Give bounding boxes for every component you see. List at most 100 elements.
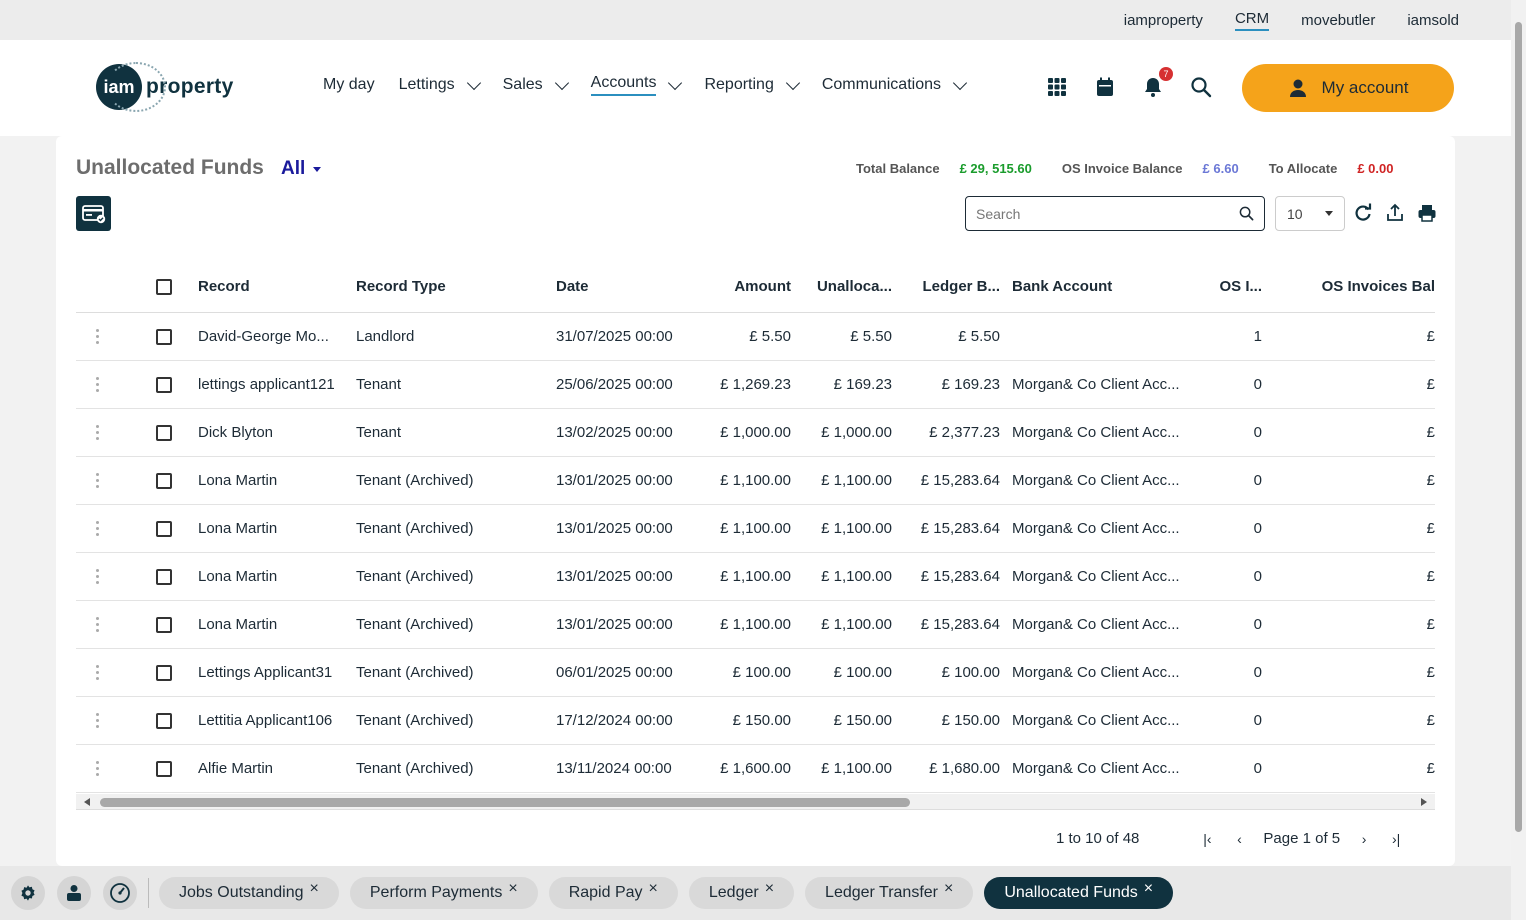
print-icon[interactable] (1417, 203, 1437, 223)
search-icon[interactable] (1190, 76, 1212, 98)
nav-lettings[interactable]: Lettings (399, 74, 481, 96)
table-row[interactable]: Alfie Martin Tenant (Archived) 13/11/202… (76, 745, 1435, 793)
drag-handle[interactable] (76, 425, 156, 440)
close-icon[interactable]: × (508, 880, 517, 898)
col-header-amount[interactable]: Amount (696, 278, 791, 295)
top-link-movebutler[interactable]: movebutler (1301, 12, 1375, 29)
row-checkbox[interactable] (156, 328, 172, 345)
bottom-tab[interactable]: Ledger Transfer × (805, 877, 974, 909)
col-header-record[interactable]: Record (198, 278, 356, 295)
nav-reporting[interactable]: Reporting (704, 74, 800, 96)
col-header-os-invoices[interactable]: OS I... (1190, 278, 1262, 295)
col-header-ledger-balance[interactable]: Ledger B... (892, 278, 1000, 295)
table-row[interactable]: David-George Mo... Landlord 31/07/2025 0… (76, 313, 1435, 361)
close-icon[interactable]: × (944, 880, 953, 898)
cell-record[interactable]: Lettitia Applicant106 (198, 712, 356, 729)
prev-page-icon[interactable]: ‹ (1229, 831, 1249, 847)
apps-grid-icon[interactable] (1046, 76, 1068, 98)
table-row[interactable]: Lona Martin Tenant (Archived) 13/01/2025… (76, 601, 1435, 649)
drag-handle[interactable] (76, 617, 156, 632)
table-row[interactable]: Lona Martin Tenant (Archived) 13/01/2025… (76, 505, 1435, 553)
col-header-date[interactable]: Date (556, 278, 696, 295)
gear-icon[interactable] (11, 876, 45, 910)
drag-handle[interactable] (76, 569, 156, 584)
col-header-os-invoices-balance[interactable]: OS Invoices Bal (1262, 278, 1435, 295)
cell-record[interactable]: Lona Martin (198, 472, 356, 489)
table-row[interactable]: Dick Blyton Tenant 13/02/2025 00:00 £ 1,… (76, 409, 1435, 457)
refresh-icon[interactable] (1353, 203, 1373, 223)
cell-record[interactable]: David-George Mo... (198, 328, 356, 345)
drag-handle[interactable] (76, 665, 156, 680)
bottom-tab[interactable]: Rapid Pay × (548, 877, 678, 909)
close-icon[interactable]: × (1144, 880, 1153, 898)
caret-down-icon (313, 166, 322, 172)
cell-record[interactable]: Dick Blyton (198, 424, 356, 441)
col-header-bank-account[interactable]: Bank Account (1000, 278, 1190, 295)
search-input[interactable]: Search (965, 196, 1265, 231)
cell-record[interactable]: Lona Martin (198, 520, 356, 537)
nav-communications[interactable]: Communications (822, 74, 968, 96)
cell-record[interactable]: Alfie Martin (198, 760, 356, 777)
vertical-scrollbar[interactable] (1511, 0, 1526, 920)
close-icon[interactable]: × (649, 880, 658, 898)
drag-handle[interactable] (76, 329, 156, 344)
drag-handle[interactable] (76, 377, 156, 392)
cell-record[interactable]: lettings applicant121 (198, 376, 356, 393)
row-checkbox[interactable] (156, 664, 172, 681)
last-page-icon[interactable]: ›| (1386, 831, 1406, 847)
top-link-iamsold[interactable]: iamsold (1407, 12, 1459, 29)
nav-sales[interactable]: Sales (503, 74, 569, 96)
drag-handle[interactable] (76, 713, 156, 728)
table-row[interactable]: lettings applicant121 Tenant 25/06/2025 … (76, 361, 1435, 409)
drag-handle[interactable] (76, 473, 156, 488)
cell-record[interactable]: Lona Martin (198, 616, 356, 633)
select-all-checkbox[interactable] (156, 278, 172, 295)
row-checkbox[interactable] (156, 376, 172, 393)
cell-record[interactable]: Lettings Applicant31 (198, 664, 356, 681)
export-icon[interactable] (1385, 203, 1405, 223)
row-checkbox[interactable] (156, 520, 172, 537)
logo[interactable]: iam property (96, 62, 234, 112)
bottom-tab[interactable]: Jobs Outstanding × (159, 877, 339, 909)
close-icon[interactable]: × (765, 880, 774, 898)
scroll-left-icon[interactable] (84, 798, 90, 806)
row-checkbox[interactable] (156, 424, 172, 441)
horizontal-scrollbar[interactable] (76, 794, 1435, 810)
col-header-unallocated[interactable]: Unalloca... (791, 278, 892, 295)
drag-handle[interactable] (76, 521, 156, 536)
bottom-tab[interactable]: Unallocated Funds × (984, 877, 1174, 909)
row-checkbox[interactable] (156, 760, 172, 777)
top-link-crm[interactable]: CRM (1234, 10, 1270, 31)
my-account-button[interactable]: My account (1242, 64, 1454, 112)
horizontal-scrollbar-thumb[interactable] (100, 798, 910, 807)
first-page-icon[interactable]: |‹ (1197, 831, 1217, 847)
allocate-card-button[interactable] (76, 196, 111, 231)
row-checkbox[interactable] (156, 472, 172, 489)
table-row[interactable]: Lona Martin Tenant (Archived) 13/01/2025… (76, 553, 1435, 601)
table-row[interactable]: Lona Martin Tenant (Archived) 13/01/2025… (76, 457, 1435, 505)
row-checkbox[interactable] (156, 568, 172, 585)
calendar-icon[interactable] (1094, 76, 1116, 98)
table-row[interactable]: Lettitia Applicant106 Tenant (Archived) … (76, 697, 1435, 745)
page-size-select[interactable]: 10 (1275, 196, 1345, 231)
users-icon[interactable] (57, 876, 91, 910)
row-checkbox[interactable] (156, 712, 172, 729)
scroll-right-icon[interactable] (1421, 798, 1427, 806)
nav-my-day[interactable]: My day (323, 74, 375, 96)
nav-accounts[interactable]: Accounts (590, 74, 683, 96)
vertical-scrollbar-thumb[interactable] (1515, 22, 1522, 832)
bell-icon[interactable]: 7 (1142, 67, 1173, 98)
close-icon[interactable]: × (310, 880, 319, 898)
row-checkbox[interactable] (156, 616, 172, 633)
top-link-iamproperty[interactable]: iamproperty (1124, 12, 1203, 29)
cell-amount: £ 1,600.00 (720, 760, 791, 777)
table-row[interactable]: Lettings Applicant31 Tenant (Archived) 0… (76, 649, 1435, 697)
gauge-icon[interactable] (103, 876, 137, 910)
drag-handle[interactable] (76, 761, 156, 776)
bottom-tab[interactable]: Perform Payments × (349, 877, 538, 909)
record-filter-dropdown[interactable]: All (281, 158, 322, 180)
bottom-tab[interactable]: Ledger × (688, 877, 795, 909)
next-page-icon[interactable]: › (1354, 831, 1374, 847)
col-header-record-type[interactable]: Record Type (356, 278, 556, 295)
cell-record[interactable]: Lona Martin (198, 568, 356, 585)
